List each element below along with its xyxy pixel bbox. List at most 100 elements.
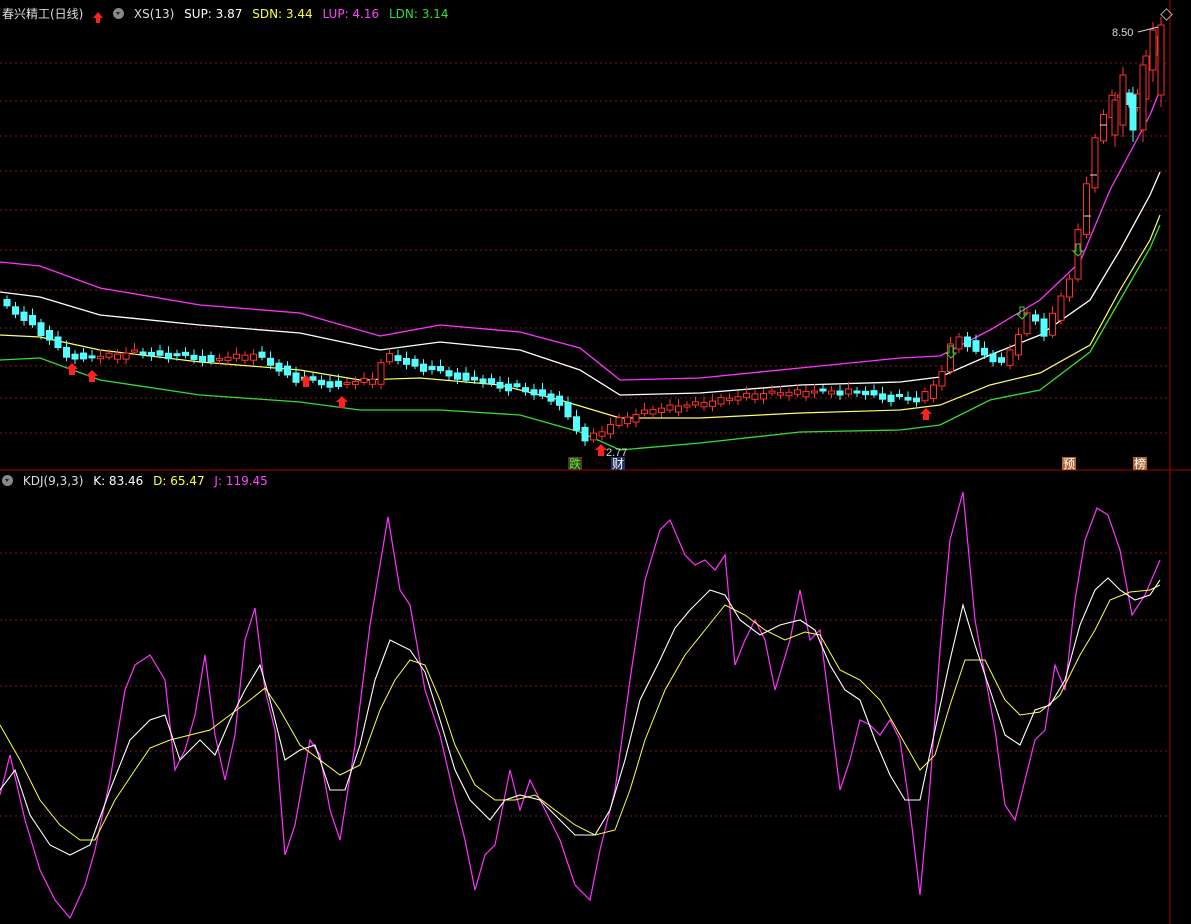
candle-body [649, 408, 657, 415]
candle-body [54, 336, 62, 348]
ldn-line [0, 224, 1161, 451]
event-badge-label: 预 [1063, 457, 1075, 471]
candle-body [700, 401, 708, 408]
candle-body [403, 358, 410, 365]
candle-body [590, 432, 597, 441]
kdj-panel-header: KDJ(9,3,3) K: 83.46 D: 65.47 J: 119.45 [2, 472, 274, 490]
candle-body [1139, 64, 1147, 131]
chart-window[interactable]: 8.50 2.77 跌财预榜 春兴精工(日线) XS(13) SUP: 3.87 S… [0, 0, 1191, 924]
chart-canvas[interactable]: 8.502.77跌财预榜 [0, 0, 1191, 924]
sdn-line [0, 214, 1161, 419]
candle-body [1119, 74, 1127, 126]
candle-body [335, 380, 342, 387]
candle-body [845, 388, 852, 395]
candle-body [734, 396, 742, 401]
candle-body [258, 351, 266, 358]
candle-body [352, 380, 359, 385]
kdj-d-line [0, 584, 1161, 841]
candle-body [309, 376, 317, 381]
candle-body [615, 417, 623, 426]
candle-body [190, 354, 198, 360]
candle-body [530, 389, 538, 396]
candle-body [71, 353, 79, 360]
candle-body [284, 365, 291, 376]
candle-body [836, 390, 844, 396]
candle-body [819, 388, 827, 392]
kdj-name[interactable]: KDJ(9,3,3) [23, 474, 84, 488]
candle-body [437, 366, 444, 372]
candle-body [1015, 334, 1022, 356]
event-badge-label: 财 [612, 457, 624, 471]
candle-body [547, 393, 555, 402]
candle-body [63, 347, 70, 358]
high-price-label: 8.50 [1112, 27, 1133, 39]
candle-body [1032, 314, 1039, 322]
sup-line [0, 171, 1161, 396]
candle-body [1091, 137, 1099, 189]
candle-body [20, 311, 28, 321]
candle-body [46, 330, 53, 341]
indicator-name[interactable]: XS(13) [134, 7, 174, 21]
candle-body [369, 378, 376, 385]
candle-body [105, 352, 113, 358]
candle-body [692, 401, 699, 406]
candle-body [964, 336, 971, 348]
candle-body [921, 391, 929, 402]
candle-body [862, 390, 869, 396]
candle-body [564, 401, 572, 418]
candle-body [1129, 94, 1137, 131]
candle-body [267, 357, 274, 366]
candle-body [513, 383, 521, 388]
main-panel-header: 春兴精工(日线) XS(13) SUP: 3.87 SDN: 3.44 LUP:… [2, 5, 454, 23]
dropdown-icon[interactable] [113, 8, 125, 19]
candle-body [428, 365, 436, 371]
candle-body [751, 393, 759, 400]
candle-body [148, 351, 155, 357]
buy-arrow-icon [86, 370, 98, 382]
candle-body [785, 391, 793, 397]
candle-body [768, 390, 776, 394]
candle-body [12, 306, 19, 315]
kdj-j-value: J: 119.45 [214, 474, 268, 488]
candle-body [904, 396, 912, 401]
candle-body [207, 355, 215, 363]
candle-body [377, 362, 385, 385]
candle-body [955, 336, 963, 350]
candle-body [989, 353, 997, 363]
candle-body [1049, 312, 1056, 336]
candle-body [360, 377, 368, 383]
candle-body [1006, 349, 1014, 366]
candle-body [641, 409, 648, 415]
candle-body [182, 351, 189, 356]
candle-body [598, 431, 606, 437]
candle-body [97, 355, 104, 360]
candle-body [250, 353, 257, 361]
candle-body [624, 416, 631, 425]
candle-body [233, 353, 240, 359]
kdj-j-line [0, 491, 1161, 920]
candle-body [539, 389, 546, 397]
candle-body [173, 353, 181, 357]
stock-name: 春兴精工(日线) [2, 7, 84, 21]
candle-body [505, 383, 512, 392]
candle-body [37, 322, 45, 336]
candle-body [658, 407, 665, 413]
candle-body [972, 340, 980, 352]
candle-body [318, 379, 325, 386]
event-badge-label: 榜 [1134, 456, 1146, 471]
dropdown-icon[interactable] [2, 475, 13, 486]
candle-body [1100, 114, 1107, 142]
candle-body [632, 414, 640, 423]
candle-body [386, 353, 393, 363]
candle-body [80, 352, 87, 360]
candle-body [131, 349, 138, 353]
candle-body [224, 356, 232, 361]
lup-line [0, 89, 1161, 381]
candle-body [3, 299, 11, 307]
candle-body [471, 376, 478, 381]
candle-body [411, 358, 419, 367]
candle-body [666, 404, 674, 411]
candle-body [114, 353, 121, 360]
lup-value: LUP: 4.16 [322, 7, 380, 21]
ldn-value: LDN: 3.14 [388, 7, 449, 21]
